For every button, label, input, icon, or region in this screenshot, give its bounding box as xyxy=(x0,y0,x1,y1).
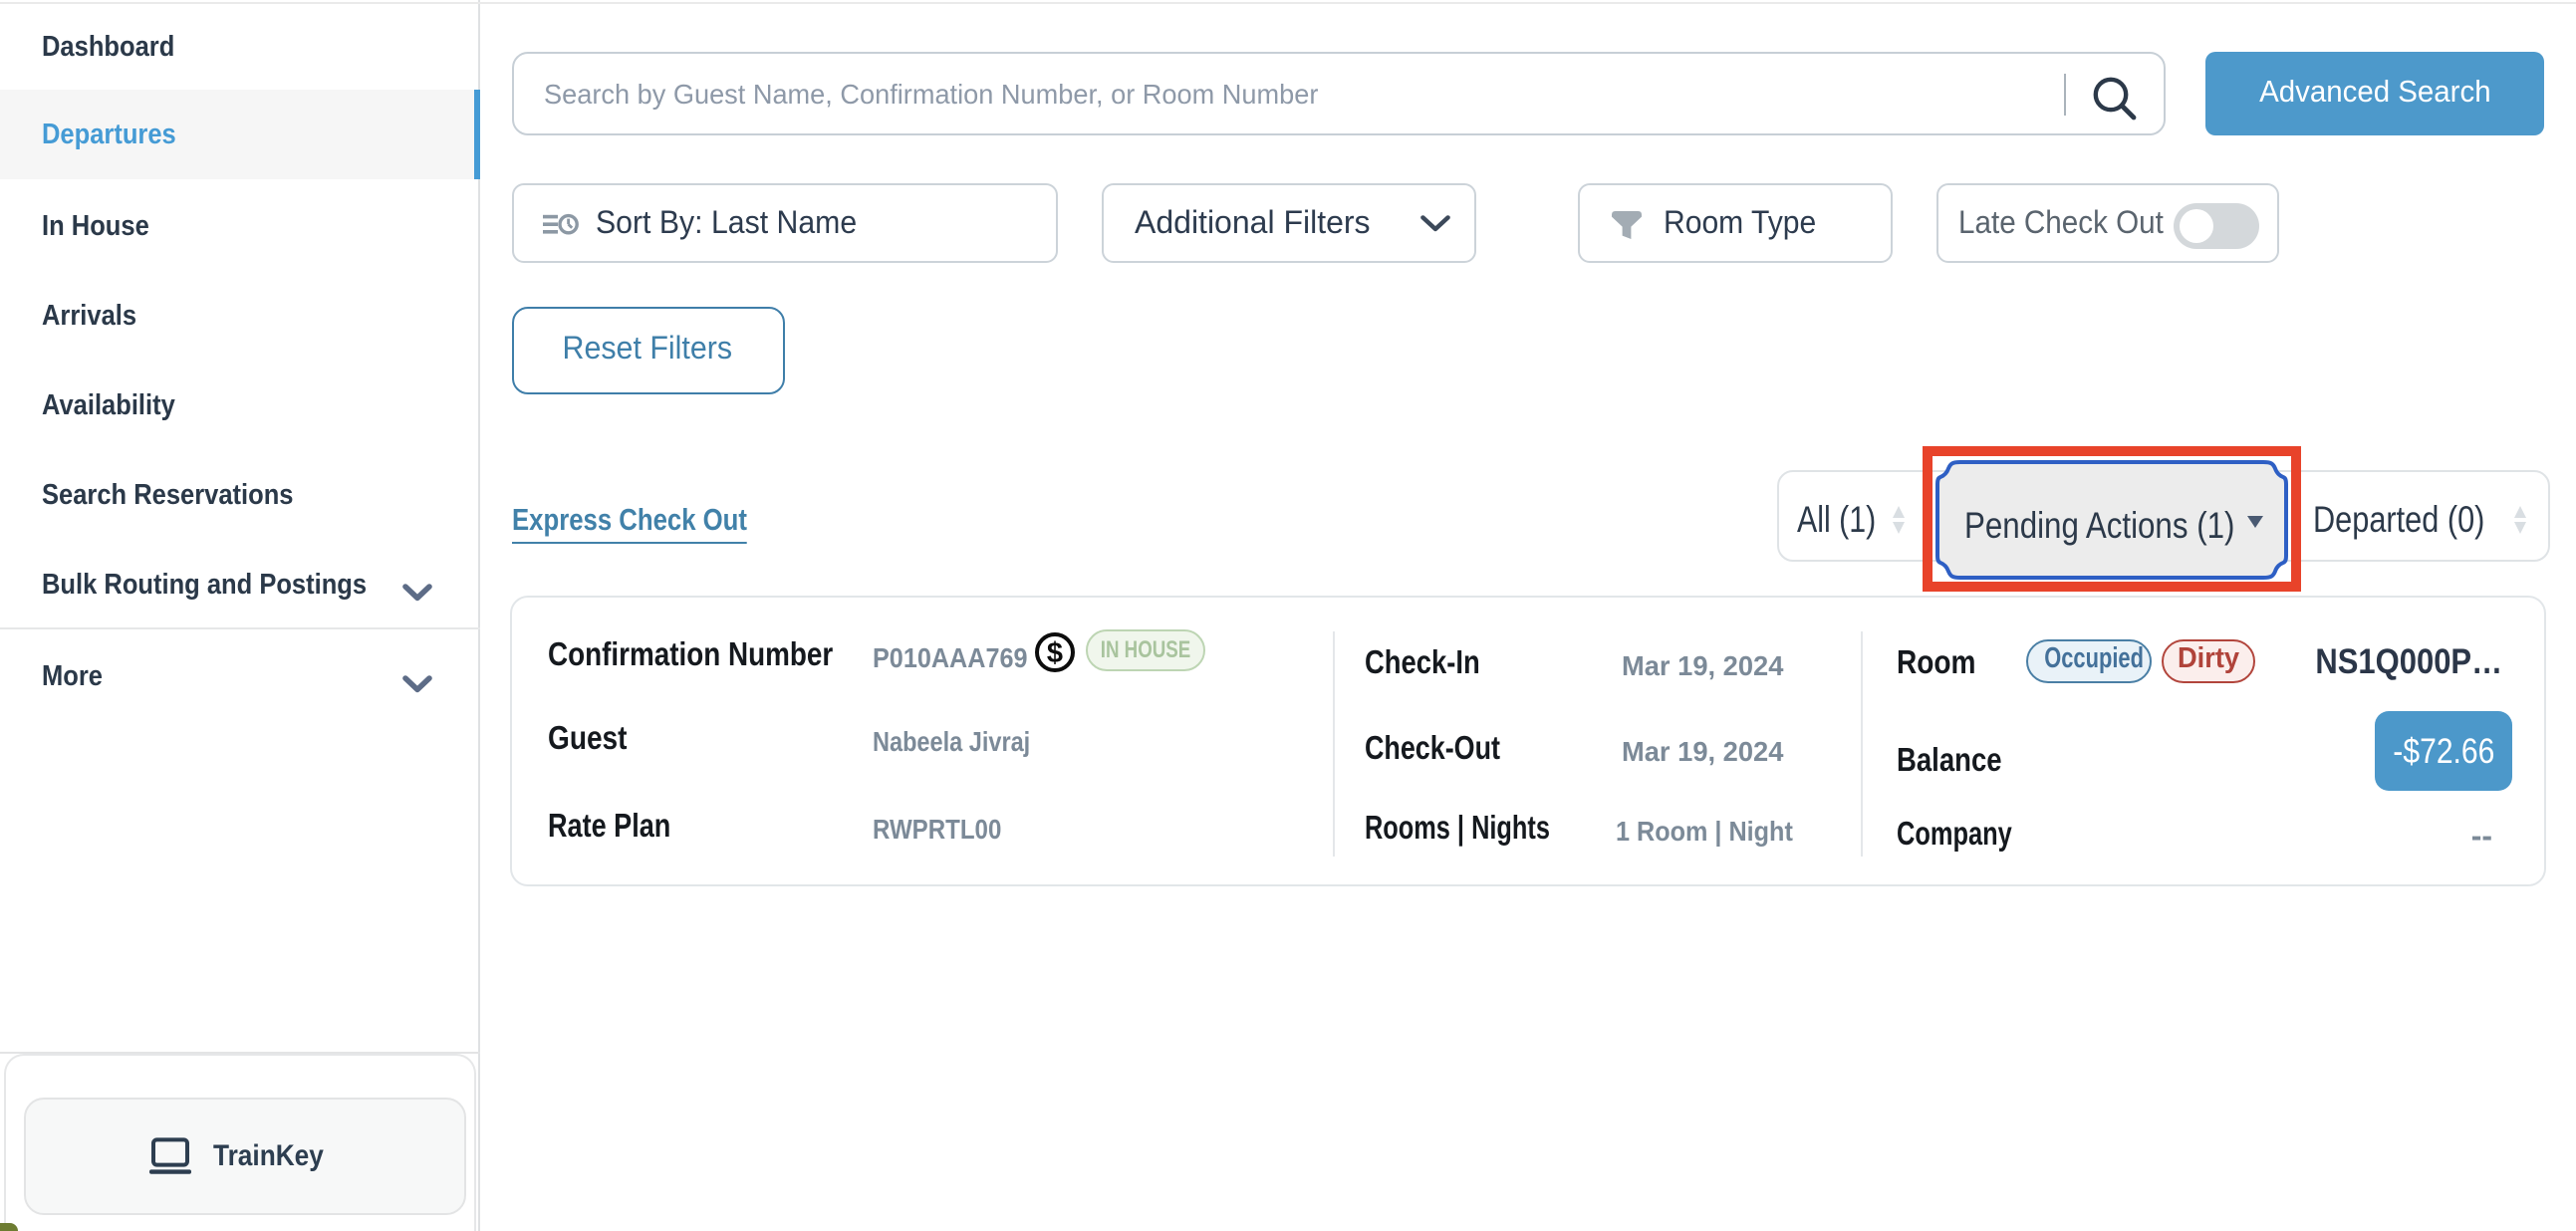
svg-text:$: $ xyxy=(1047,636,1063,668)
